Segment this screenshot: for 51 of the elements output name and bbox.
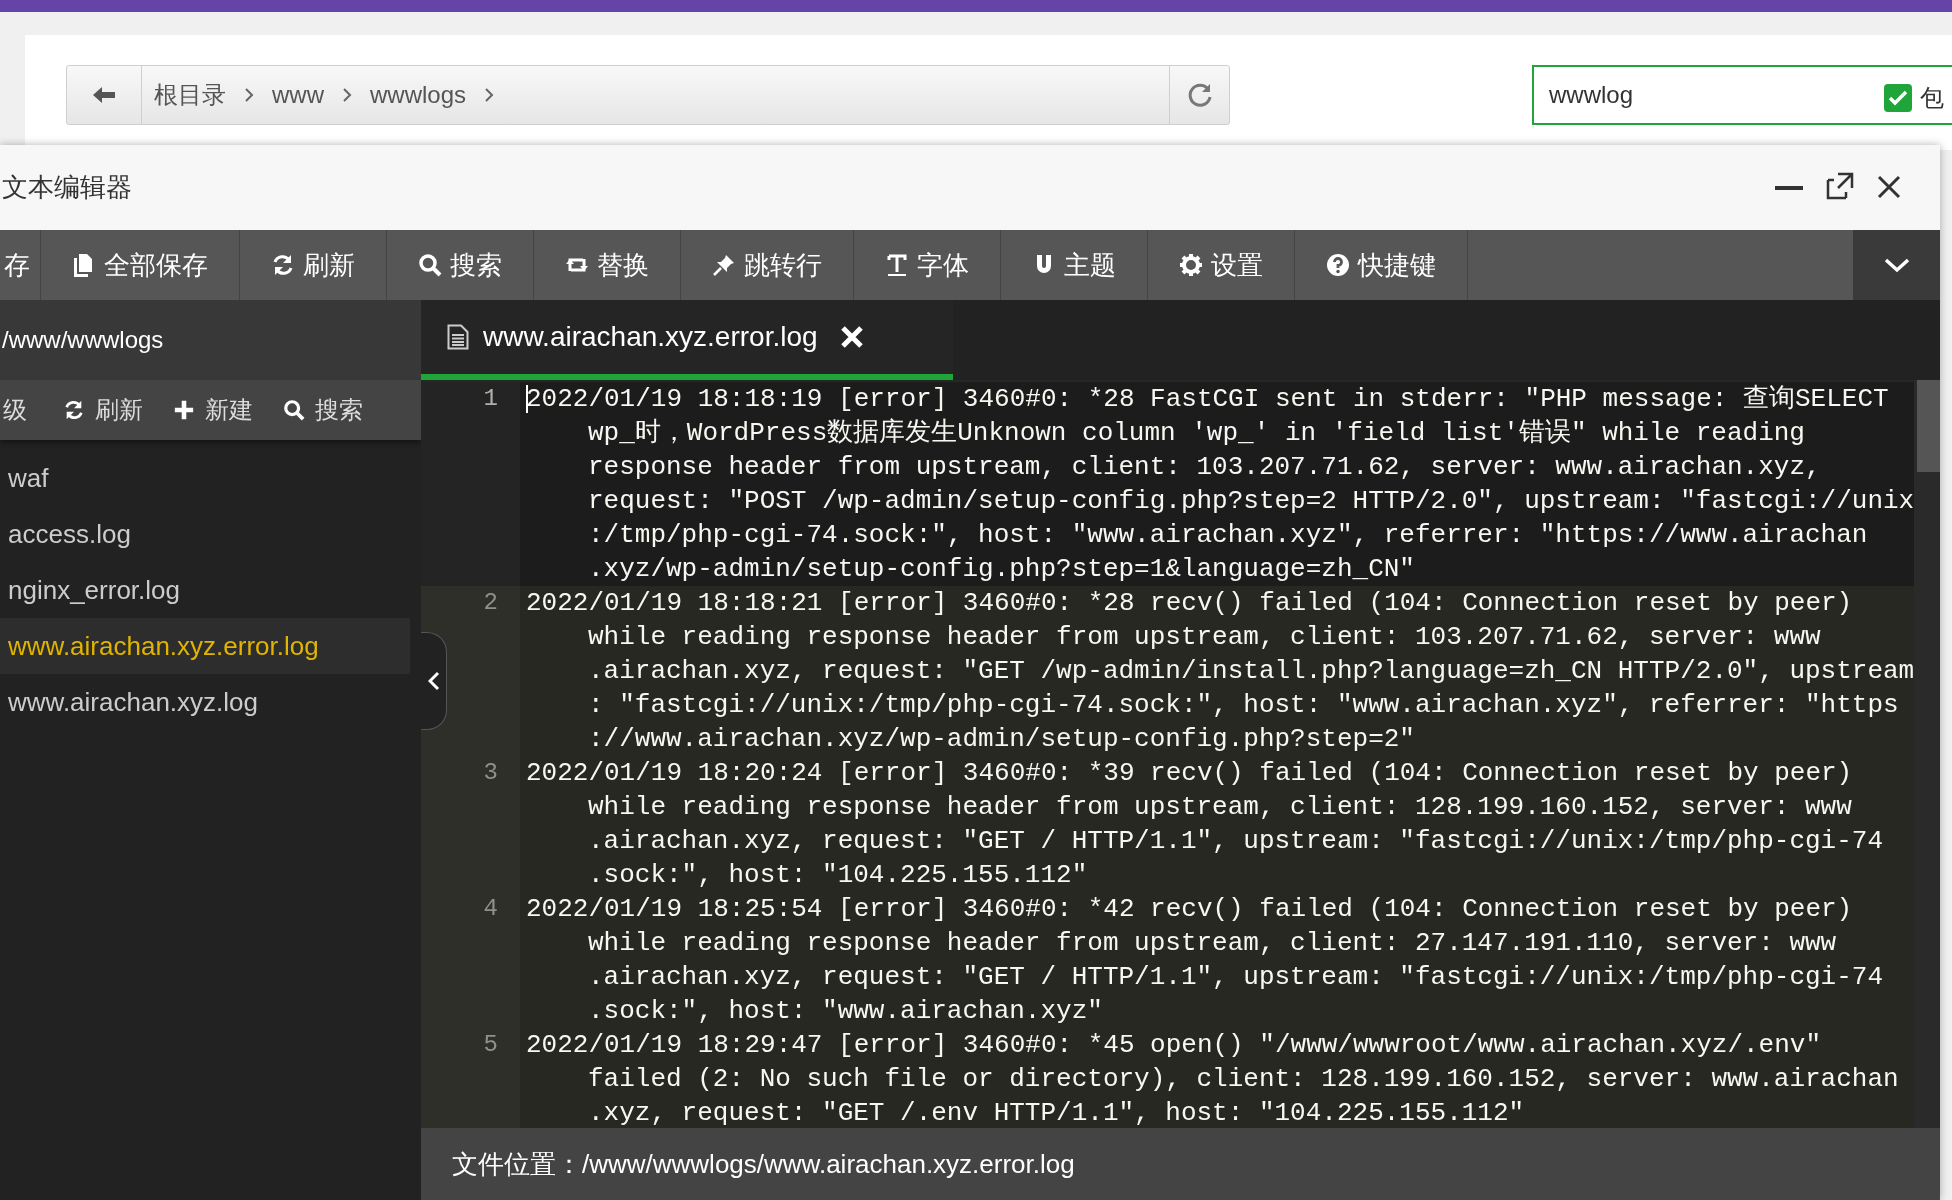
line-number: 3 xyxy=(421,756,520,892)
current-path: /www/wwwlogs xyxy=(2,325,164,355)
maximize-button[interactable] xyxy=(1824,170,1856,202)
checkbox[interactable] xyxy=(1884,84,1912,112)
chevron-down-icon xyxy=(1882,256,1911,274)
back-arrow-icon xyxy=(91,85,117,105)
refresh-icon xyxy=(271,253,295,277)
breadcrumb-link[interactable]: www xyxy=(272,77,324,113)
sidebar-action[interactable]: 新建 xyxy=(173,392,253,428)
close-icon xyxy=(1877,175,1901,199)
sidebar-action[interactable]: 级 xyxy=(3,392,27,428)
text-cursor xyxy=(526,385,528,413)
file-item[interactable]: www.airachan.xyz.log xyxy=(0,674,410,730)
log-entry: 2022/01/19 18:29:47 [error] 3460#0: *45 open() "/www/wwwroot/www.airachan.xyz/.env" failed (2: No such file or directory), client: 128.199.160.152, server: www.airachan .xyz, request: "GET /.env HTTP/1.1", host: "104.225.155.112" xyxy=(525,1029,1899,1128)
file-item[interactable]: www.airachan.xyz.error.log xyxy=(0,618,410,674)
breadcrumb-link[interactable]: wwwlogs xyxy=(370,77,467,113)
text-cursor-icon xyxy=(885,253,909,277)
tab-label: www.airachan.xyz.error.log xyxy=(483,320,818,354)
scrollbar-thumb[interactable] xyxy=(1917,380,1940,472)
search-icon xyxy=(283,399,305,421)
log-entry: 2022/01/19 18:25:54 [error] 3460#0: *42 recv() failed (104: Connection reset by peer) while reading response header from upstream, client: 27.147.191.110, server: www .airachan.xyz, request: "GET / HTTP/1.1", upstream: "fastcgi://unix:/tmp/php-cgi-74 .sock:", host: "www.airachan.xyz" xyxy=(525,893,1883,1028)
log-entry: 2022/01/19 18:18:21 [error] 3460#0: *28 recv() failed (104: Connection reset by peer) while reading response header from upstream, client: 103.207.71.62, server: www .airachan.xyz, request: "GET /wp-admin/install.php?language=zh_CN HTTP/2.0", upstream : "fastcgi://unix:/tmp/php-cgi-74.sock:", host: "www.airachan.xyz", referrer: "https ://www.airachan.xyz/wp-admin/setup-config.php?step=2" xyxy=(525,587,1915,756)
line-number: 1 xyxy=(421,382,520,586)
plus-icon xyxy=(173,399,195,421)
chevron-right-icon xyxy=(484,87,495,103)
maximize-icon xyxy=(1826,172,1854,200)
file-item[interactable]: access.log xyxy=(0,506,410,562)
checkbox-label: 包 xyxy=(1920,83,1944,113)
minimize-icon xyxy=(1775,186,1803,190)
log-entry: 2022/01/19 18:18:19 [error] 3460#0: *28 FastCGI sent in stderr: "PHP message: 查询SELECT wp_时，WordPress数据库发生Unknown column 'wp_' in 'field list'错误" while reading response header from upstream, client: 103.207.71.62, server: www.airachan.xyz, request: "POST /wp-admin/setup-config.php?step=2 HTTP/2.0", upstream: "fastcgi://unix :/tmp/php-cgi-74.sock:", host: "www.airachan.xyz", referrer: "https://www.airachan .xyz/wp-admin/setup-config.php?step=1&language=zh_CN" xyxy=(525,383,1915,586)
chevron-right-icon xyxy=(342,87,352,103)
refresh-icon xyxy=(63,399,85,421)
chevron-left-icon xyxy=(427,671,440,691)
breadcrumb-link[interactable]: 根目录 xyxy=(154,77,226,113)
chevron-right-icon xyxy=(244,87,254,103)
pin-icon xyxy=(712,253,736,277)
line-number: 4 xyxy=(421,892,520,1028)
file-item[interactable]: nginx_error.log xyxy=(0,562,410,618)
collapse-sidebar-button[interactable] xyxy=(421,632,447,730)
close-icon[interactable] xyxy=(839,325,864,349)
sidebar-action[interactable]: 刷新 xyxy=(63,392,143,428)
gear-icon xyxy=(1179,253,1203,277)
file-location: 文件位置：/www/wwwlogs/www.airachan.xyz.error.log xyxy=(452,1147,1075,1181)
window-title: 文本编辑器 xyxy=(2,171,132,204)
file-item[interactable]: waf xyxy=(0,450,410,506)
log-entry: 2022/01/19 18:20:24 [error] 3460#0: *39 recv() failed (104: Connection reset by peer) while reading response header from upstream, client: 128.199.160.152, server: www .airachan.xyz, request: "GET / HTTP/1.1", upstream: "fastcgi://unix:/tmp/php-cgi-74 .sock:", host: "104.225.155.112" xyxy=(525,757,1883,892)
help-icon xyxy=(1326,253,1350,277)
search-icon xyxy=(418,253,442,277)
sidebar-action[interactable]: 搜索 xyxy=(283,392,363,428)
line-number: 5 xyxy=(421,1028,520,1128)
document-icon xyxy=(447,324,469,350)
